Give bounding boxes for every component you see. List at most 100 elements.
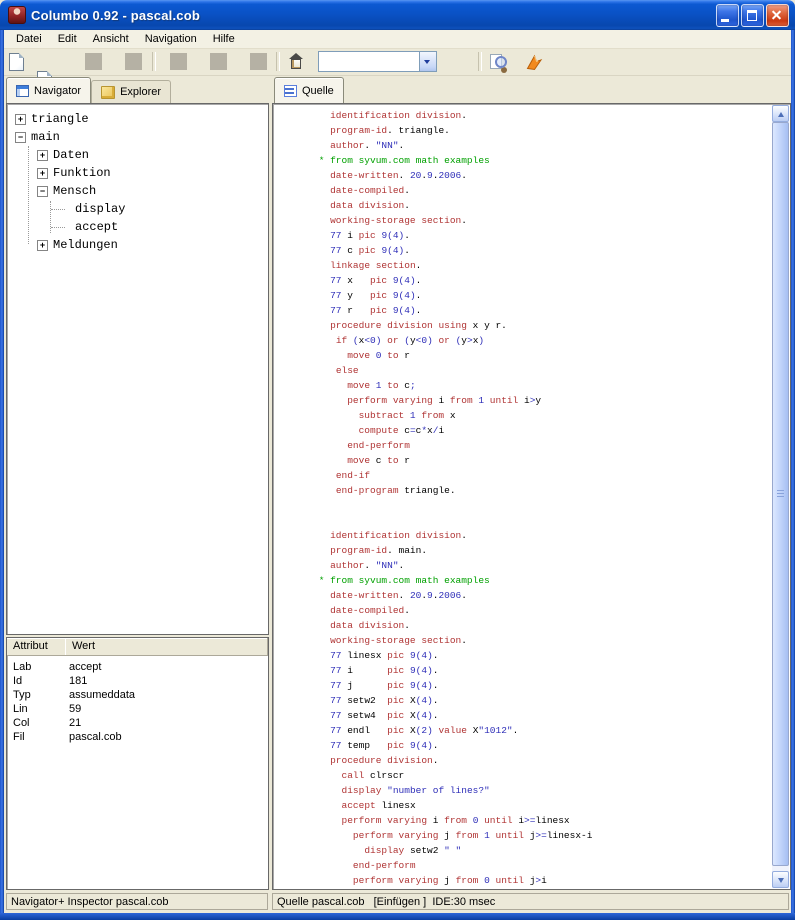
code-line[interactable]: 77 i pic 9(4). [313, 663, 773, 678]
code-line[interactable] [313, 513, 773, 528]
code-line[interactable]: date-compiled. [313, 603, 773, 618]
attribute-row[interactable]: Labaccept [7, 660, 268, 674]
code-line[interactable]: end-if [313, 468, 773, 483]
code-line[interactable]: * from syvum.com math examples [313, 573, 773, 588]
code-line[interactable]: end-program triangle. [313, 483, 773, 498]
tree-item-daten[interactable]: +Daten [7, 146, 268, 164]
code-line[interactable]: call clrscr [313, 768, 773, 783]
code-line[interactable]: procedure division using x y r. [313, 318, 773, 333]
close-button[interactable] [766, 4, 789, 27]
collapse-icon[interactable]: − [37, 186, 48, 197]
code-line[interactable]: date-written. 20.9.2006. [313, 168, 773, 183]
code-line[interactable]: 77 y pic 9(4). [313, 288, 773, 303]
scroll-up-icon[interactable] [772, 105, 789, 122]
tree-item-main[interactable]: −main [7, 128, 268, 146]
attribute-row[interactable]: Typassumeddata [7, 688, 268, 702]
code-line[interactable]: perform varying j from 1 until j>=linesx… [313, 828, 773, 843]
scrollbar-thumb[interactable] [772, 122, 789, 866]
code-line[interactable]: date-compiled. [313, 183, 773, 198]
navigation-combobox[interactable] [318, 51, 437, 72]
source-code[interactable]: identification division. program-id. tri… [273, 104, 773, 889]
code-line[interactable]: linkage section. [313, 258, 773, 273]
menu-item-hilfe[interactable]: Hilfe [205, 31, 243, 47]
scroll-down-icon[interactable] [772, 871, 789, 888]
tree-item-accept[interactable]: accept [7, 218, 268, 236]
home-icon[interactable] [288, 53, 304, 68]
code-line[interactable]: identification division. [313, 108, 773, 123]
menu-item-ansicht[interactable]: Ansicht [85, 31, 137, 47]
tree-item-display[interactable]: display [7, 200, 268, 218]
code-line[interactable]: * from syvum.com math examples [313, 153, 773, 168]
expand-icon[interactable]: + [15, 114, 26, 125]
code-line[interactable]: working-storage section. [313, 213, 773, 228]
tab-quelle[interactable]: Quelle [274, 77, 344, 103]
combobox-dropdown-icon[interactable] [419, 52, 436, 71]
code-line[interactable]: 77 endl pic X(2) value X"1012". [313, 723, 773, 738]
inspector-column-attribut[interactable]: Attribut [7, 638, 66, 655]
tree-item-meldungen[interactable]: +Meldungen [7, 236, 268, 254]
tab-explorer[interactable]: Explorer [91, 80, 171, 103]
attribute-value: assumeddata [69, 688, 268, 702]
inspector-column-wert[interactable]: Wert [66, 638, 268, 655]
code-line[interactable]: 77 r pic 9(4). [313, 303, 773, 318]
code-line[interactable]: 77 setw4 pic X(4). [313, 708, 773, 723]
expand-icon[interactable]: + [37, 168, 48, 179]
code-line[interactable]: if (x<0) or (y<0) or (y>x) [313, 333, 773, 348]
code-line[interactable]: identification division. [313, 528, 773, 543]
code-line[interactable]: perform varying i from 1 until i>y [313, 393, 773, 408]
attribute-row[interactable]: Id181 [7, 674, 268, 688]
code-line[interactable]: subtract 1 from x [313, 408, 773, 423]
tree-item-funktion[interactable]: +Funktion [7, 164, 268, 182]
attribute-row[interactable]: Filpascal.cob [7, 730, 268, 744]
collapse-icon[interactable]: − [15, 132, 26, 143]
jump-hand-icon[interactable] [525, 53, 543, 71]
code-line[interactable]: 77 c pic 9(4). [313, 243, 773, 258]
tree-item-mensch[interactable]: −Mensch [7, 182, 268, 200]
code-line[interactable]: move c to r [313, 453, 773, 468]
code-line[interactable]: accept linesx [313, 798, 773, 813]
code-line[interactable]: 77 i pic 9(4). [313, 228, 773, 243]
minimize-button[interactable] [716, 4, 739, 27]
title-bar[interactable]: Columbo 0.92 - pascal.cob [0, 0, 795, 30]
code-line[interactable]: data division. [313, 618, 773, 633]
code-line[interactable]: 77 linesx pic 9(4). [313, 648, 773, 663]
tree-item-triangle[interactable]: +triangle [7, 110, 268, 128]
code-line[interactable]: 77 x pic 9(4). [313, 273, 773, 288]
code-line[interactable]: author. "NN". [313, 138, 773, 153]
code-line[interactable]: author. "NN". [313, 558, 773, 573]
search-preview-icon[interactable] [490, 53, 508, 70]
menu-item-datei[interactable]: Datei [8, 31, 50, 47]
expand-icon[interactable]: + [37, 240, 48, 251]
expand-icon[interactable]: + [37, 150, 48, 161]
code-line[interactable]: 77 setw2 pic X(4). [313, 693, 773, 708]
code-line[interactable]: program-id. main. [313, 543, 773, 558]
attribute-row[interactable]: Lin59 [7, 702, 268, 716]
code-line[interactable]: 77 temp pic 9(4). [313, 738, 773, 753]
code-line[interactable]: data division. [313, 198, 773, 213]
code-line[interactable]: display setw2 " " [313, 843, 773, 858]
code-line[interactable]: program-id. triangle. [313, 123, 773, 138]
code-line[interactable]: move 1 to c; [313, 378, 773, 393]
menu-item-edit[interactable]: Edit [50, 31, 85, 47]
code-line[interactable]: 77 j pic 9(4). [313, 678, 773, 693]
code-line[interactable]: display "number of lines?" [313, 783, 773, 798]
tab-navigator[interactable]: Navigator [6, 77, 91, 103]
maximize-button[interactable] [741, 4, 764, 27]
code-line[interactable]: date-written. 20.9.2006. [313, 588, 773, 603]
code-line[interactable]: end-perform [313, 438, 773, 453]
code-line[interactable]: working-storage section. [313, 633, 773, 648]
attribute-row[interactable]: Col21 [7, 716, 268, 730]
code-line[interactable]: perform varying j from 0 until j>i [313, 873, 773, 888]
code-line[interactable] [313, 498, 773, 513]
code-line[interactable]: procedure division. [313, 753, 773, 768]
code-line[interactable]: compute c=c*x/i [313, 423, 773, 438]
code-line[interactable]: else [313, 363, 773, 378]
combobox-value[interactable] [319, 52, 419, 71]
vertical-scrollbar[interactable] [772, 105, 789, 888]
code-line[interactable]: perform varying i from 0 until i>=linesx [313, 813, 773, 828]
new-document-icon[interactable] [9, 53, 24, 71]
code-line[interactable]: move 0 to r [313, 348, 773, 363]
menu-item-navigation[interactable]: Navigation [137, 31, 205, 47]
navigator-panel-icon [16, 85, 29, 97]
code-line[interactable]: end-perform [313, 858, 773, 873]
